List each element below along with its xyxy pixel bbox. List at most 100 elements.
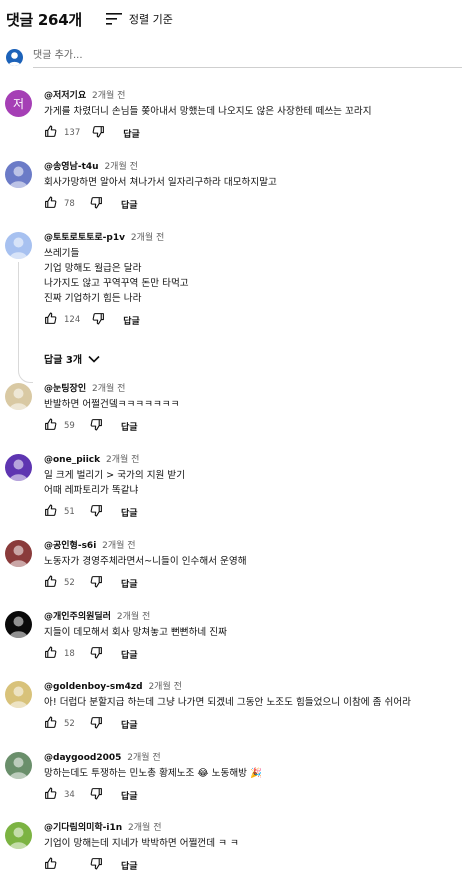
comment-time[interactable]: 2개월 전 <box>131 233 164 243</box>
comment-body: @기다림의미학-i1n 2개월 전 기업이 망해는데 지네가 박박하면 어쩔껀데… <box>44 822 459 874</box>
thumbs-down-icon <box>92 312 105 328</box>
commenter-avatar[interactable] <box>5 540 32 567</box>
comment-time[interactable]: 2개월 전 <box>117 612 150 622</box>
like-button[interactable] <box>44 312 57 328</box>
comment-body: @공인형-s6i 2개월 전 노동자가 경영주체라면서~니들이 인수해서 운영해… <box>44 540 459 592</box>
comment-author[interactable]: @저저기요 <box>44 91 86 101</box>
sort-button[interactable]: 정렬 기준 <box>105 11 173 27</box>
comment-time[interactable]: 2개월 전 <box>92 384 125 394</box>
reply-button[interactable]: 답글 <box>123 314 140 327</box>
like-button[interactable] <box>44 418 57 434</box>
thumbs-down-icon <box>90 716 103 732</box>
comment-author[interactable]: @공인형-s6i <box>44 541 96 551</box>
comment-text-line: 망하는데도 투쟁하는 민노총 황제노조 😂 노동해방 🎉 <box>44 768 262 779</box>
add-comment-input[interactable]: 댓글 추가... <box>33 47 462 68</box>
like-button[interactable] <box>44 196 57 212</box>
thumbs-down-icon <box>90 418 103 434</box>
thumbs-down-icon <box>90 504 103 520</box>
commenter-avatar[interactable] <box>5 454 32 481</box>
comment-body: @저저기요 2개월 전 가게를 차렸더니 손님들 쫒아내서 망했는데 나오지도 … <box>44 90 459 142</box>
reply-button[interactable]: 답글 <box>121 789 138 802</box>
like-count: 59 <box>64 421 75 431</box>
comment-actions: 52 답글 <box>44 574 459 592</box>
thumbs-up-icon <box>44 196 57 212</box>
dislike-button[interactable] <box>92 125 105 141</box>
commenter-avatar[interactable] <box>5 161 32 188</box>
comment-body: @송영남-t4u 2개월 전 회사가망하면 알아서 쳐나가서 일자리구하라 대모… <box>44 161 459 213</box>
comment-time[interactable]: 2개월 전 <box>148 682 181 692</box>
dislike-button[interactable] <box>90 418 103 434</box>
comment-author[interactable]: @기다림의미학-i1n <box>44 823 122 833</box>
comment-author[interactable]: @one_piick <box>44 455 100 465</box>
like-button[interactable] <box>44 716 57 732</box>
comment-text-line: 진짜 기업하기 힘든 나라 <box>44 293 142 304</box>
comment-actions: 78 답글 <box>44 195 459 213</box>
comment-actions: 124 답글 <box>44 311 459 329</box>
reply-button[interactable]: 답글 <box>121 718 138 731</box>
like-count: 124 <box>64 315 81 325</box>
user-avatar <box>6 48 23 66</box>
view-replies-button[interactable]: 답글 3개 <box>44 351 100 366</box>
avatar-letter: 저 <box>12 97 25 111</box>
reply-button[interactable]: 답글 <box>121 506 138 519</box>
dislike-button[interactable] <box>90 857 103 873</box>
comment-time[interactable]: 2개월 전 <box>127 753 160 763</box>
like-button[interactable] <box>44 125 57 141</box>
comment-text-line: 가게를 차렸더니 손님들 쫒아내서 망했는데 나오지도 않은 사장한테 떼쓰는 … <box>44 106 372 117</box>
dislike-button[interactable] <box>90 716 103 732</box>
comment-body: @개인주의원딜러 2개월 전 지들이 데모해서 회사 망쳐놓고 뻔뻔하네 진짜 … <box>44 611 459 663</box>
commenter-avatar[interactable] <box>5 752 32 779</box>
comment-author[interactable]: @눈팅장인 <box>44 384 86 394</box>
comment-time[interactable]: 2개월 전 <box>92 91 125 101</box>
commenter-avatar[interactable] <box>5 681 32 708</box>
comment-body: @goldenboy-sm4zd 2개월 전 아! 더럽다 분할지급 하는데 그… <box>44 681 459 733</box>
reply-button[interactable]: 답글 <box>123 127 140 140</box>
comment-author[interactable]: @개인주의원딜러 <box>44 612 111 622</box>
sort-label: 정렬 기준 <box>128 13 173 26</box>
comment-author[interactable]: @토토로토토로-p1v <box>44 233 125 243</box>
commenter-avatar[interactable]: 저 <box>5 90 32 117</box>
comment-text-line: 어때 레파토리가 똑같냐 <box>44 485 139 496</box>
chevron-down-icon <box>88 355 100 363</box>
add-comment-row: 댓글 추가... <box>6 47 462 68</box>
comment-meta: @daygood2005 2개월 전 <box>44 752 459 766</box>
like-count: 51 <box>64 507 75 517</box>
like-button[interactable] <box>44 787 57 803</box>
thumbs-down-icon <box>90 646 103 662</box>
commenter-avatar[interactable] <box>5 611 32 638</box>
like-button[interactable] <box>44 646 57 662</box>
comment-actions: 59 답글 <box>44 417 459 435</box>
dislike-button[interactable] <box>92 312 105 328</box>
dislike-button[interactable] <box>90 787 103 803</box>
comment-actions: 51 답글 <box>44 503 459 521</box>
dislike-button[interactable] <box>90 504 103 520</box>
dislike-button[interactable] <box>90 646 103 662</box>
comment-time[interactable]: 2개월 전 <box>102 541 135 551</box>
reply-button[interactable]: 답글 <box>121 577 138 590</box>
comment-author[interactable]: @goldenboy-sm4zd <box>44 682 143 692</box>
thumbs-down-icon <box>90 575 103 591</box>
dislike-button[interactable] <box>90 196 103 212</box>
comment-author[interactable]: @daygood2005 <box>44 753 121 763</box>
comment-time[interactable]: 2개월 전 <box>106 455 139 465</box>
comment-body: @daygood2005 2개월 전 망하는데도 투쟁하는 민노총 황제노조 😂… <box>44 752 459 804</box>
thumbs-up-icon <box>44 646 57 662</box>
reply-button[interactable]: 답글 <box>121 859 138 872</box>
commenter-avatar[interactable] <box>5 383 32 410</box>
like-button[interactable] <box>44 504 57 520</box>
comment-body: @one_piick 2개월 전 일 크게 벌리기 > 국가의 지원 받기 어때 … <box>44 454 459 521</box>
comment-time[interactable]: 2개월 전 <box>104 162 137 172</box>
comment-meta: @눈팅장인 2개월 전 <box>44 383 459 397</box>
comment-author[interactable]: @송영남-t4u <box>44 162 99 172</box>
like-button[interactable] <box>44 857 57 873</box>
commenter-avatar[interactable] <box>5 822 32 849</box>
reply-button[interactable]: 답글 <box>121 420 138 433</box>
comment-actions: 137 답글 <box>44 124 459 142</box>
comment-time[interactable]: 2개월 전 <box>128 823 161 833</box>
comment-text-line: 기업이 망해는데 지네가 박박하면 어쩔껀데 ㅋ ㅋ <box>44 838 239 849</box>
like-button[interactable] <box>44 575 57 591</box>
reply-button[interactable]: 답글 <box>121 198 138 211</box>
dislike-button[interactable] <box>90 575 103 591</box>
reply-button[interactable]: 답글 <box>121 648 138 661</box>
commenter-avatar[interactable] <box>5 232 32 259</box>
